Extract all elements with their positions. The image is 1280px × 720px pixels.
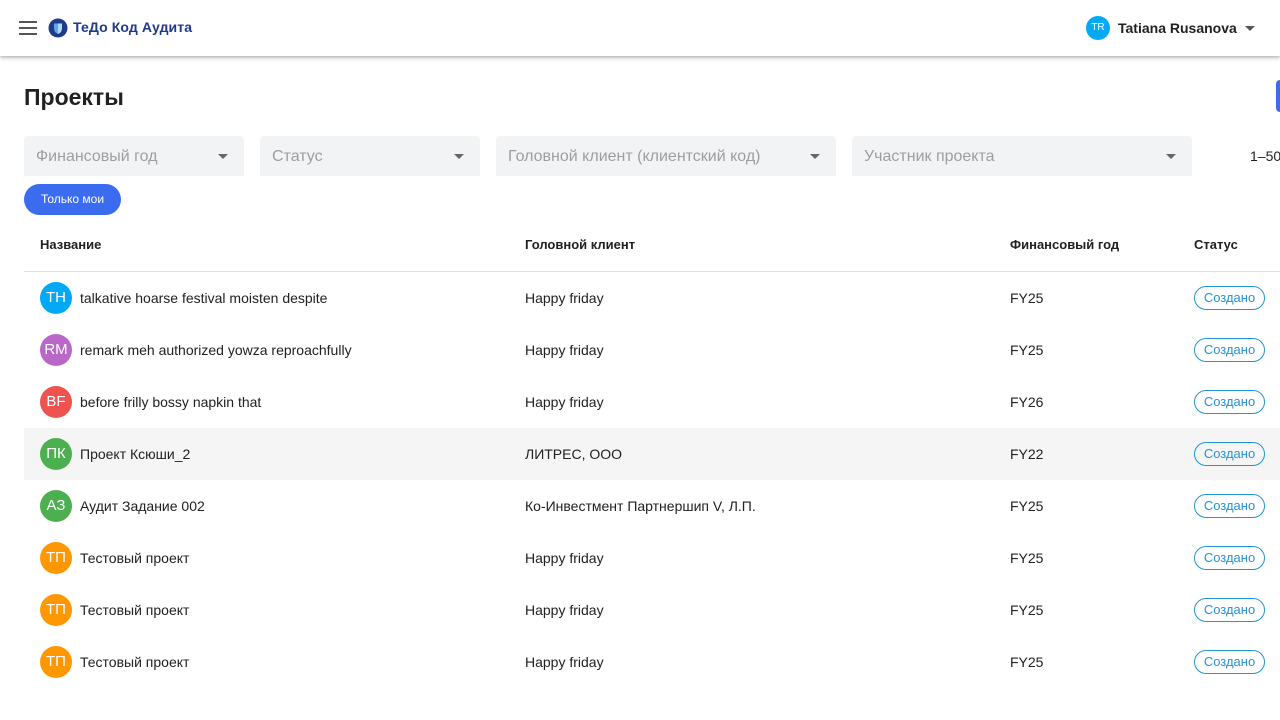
project-avatar: ТП <box>40 542 72 574</box>
table-row[interactable]: ПК Проект Ксюши_2 ЛИТРЕС, ООО FY22 Созда… <box>24 428 1280 480</box>
member-filter-placeholder: Участник проекта <box>864 148 995 165</box>
project-name: Проект Ксюши_2 <box>80 446 191 462</box>
project-name: Аудит Задание 002 <box>80 498 205 514</box>
project-avatar: ТП <box>40 646 72 678</box>
project-fiscal-year: FY25 <box>1010 654 1044 670</box>
project-fiscal-year: FY26 <box>1010 394 1044 410</box>
column-header-client[interactable]: Головной клиент <box>525 237 635 252</box>
column-header-fiscal-year[interactable]: Финансовый год <box>1010 237 1119 252</box>
project-name: remark meh authorized yowza reproachfull… <box>80 342 352 358</box>
table-row[interactable]: ТП Тестовый проект Happy friday FY25 Соз… <box>24 584 1280 636</box>
dropdown-arrow-icon <box>218 154 228 159</box>
project-fiscal-year: FY25 <box>1010 290 1044 306</box>
status-badge: Создано <box>1194 650 1265 674</box>
table-row[interactable]: RM remark meh authorized yowza reproachf… <box>24 324 1280 376</box>
status-badge: Создано <box>1194 442 1265 466</box>
only-mine-chip[interactable]: Только мои <box>24 184 121 215</box>
project-avatar: BF <box>40 386 72 418</box>
menu-icon[interactable] <box>16 16 40 40</box>
table-row[interactable]: BF before frilly bossy napkin that Happy… <box>24 376 1280 428</box>
status-badge: Создано <box>1194 546 1265 570</box>
project-client: Happy friday <box>525 394 604 410</box>
status-badge: Создано <box>1194 286 1265 310</box>
table-row[interactable]: АЗ Аудит Задание 002 Ко-Инвестмент Партн… <box>24 480 1280 532</box>
project-client: Happy friday <box>525 550 604 566</box>
project-name: Тестовый проект <box>80 602 190 618</box>
project-client: Happy friday <box>525 342 604 358</box>
project-client: ЛИТРЕС, ООО <box>525 446 623 462</box>
fiscal-year-filter[interactable]: Финансовый год <box>24 136 244 176</box>
project-name: talkative hoarse festival moisten despit… <box>80 290 328 306</box>
member-filter[interactable]: Участник проекта <box>852 136 1192 176</box>
project-client: Happy friday <box>525 290 604 306</box>
table-row[interactable]: TH talkative hoarse festival moisten des… <box>24 272 1280 324</box>
project-avatar: ПК <box>40 438 72 470</box>
table-row[interactable]: ТП Тестовый проект Happy friday FY25 Соз… <box>24 532 1280 584</box>
status-badge: Создано <box>1194 338 1265 362</box>
fiscal-year-filter-placeholder: Финансовый год <box>36 148 158 165</box>
user-name[interactable]: Tatiana Rusanova <box>1118 20 1237 36</box>
project-fiscal-year: FY25 <box>1010 602 1044 618</box>
project-name: Тестовый проект <box>80 550 190 566</box>
app-title[interactable]: ТеДо Код Аудита <box>73 19 192 35</box>
project-avatar: ТП <box>40 594 72 626</box>
create-project-button[interactable] <box>1276 80 1280 112</box>
projects-table-body: TH talkative hoarse festival moisten des… <box>24 272 1280 688</box>
dropdown-arrow-icon <box>454 154 464 159</box>
project-name: Тестовый проект <box>80 654 190 670</box>
page-title: Проекты <box>24 84 124 110</box>
status-filter-placeholder: Статус <box>272 148 323 165</box>
project-avatar: RM <box>40 334 72 366</box>
project-fiscal-year: FY25 <box>1010 342 1044 358</box>
project-fiscal-year: FY22 <box>1010 446 1044 462</box>
app-bar: ТеДо Код Аудита TR Tatiana Rusanova <box>0 0 1280 56</box>
chevron-down-icon[interactable] <box>1245 26 1255 31</box>
project-client: Ко-Инвестмент Партнершип V, Л.П. <box>525 498 756 514</box>
client-filter[interactable]: Головной клиент (клиентский код) <box>496 136 836 176</box>
project-client: Happy friday <box>525 602 604 618</box>
table-row[interactable]: ТП Тестовый проект Happy friday FY25 Соз… <box>24 636 1280 688</box>
pagination-range: 1–50 <box>1250 148 1280 164</box>
client-filter-placeholder: Головной клиент (клиентский код) <box>508 148 761 165</box>
dropdown-arrow-icon <box>810 154 820 159</box>
logo-icon <box>48 18 68 38</box>
dropdown-arrow-icon <box>1166 154 1176 159</box>
project-fiscal-year: FY25 <box>1010 498 1044 514</box>
status-badge: Создано <box>1194 598 1265 622</box>
user-avatar[interactable]: TR <box>1086 16 1110 40</box>
status-filter[interactable]: Статус <box>260 136 480 176</box>
column-header-name[interactable]: Название <box>40 237 101 252</box>
column-header-status[interactable]: Статус <box>1194 237 1238 252</box>
project-name: before frilly bossy napkin that <box>80 394 262 410</box>
project-avatar: АЗ <box>40 490 72 522</box>
project-avatar: TH <box>40 282 72 314</box>
status-badge: Создано <box>1194 494 1265 518</box>
project-client: Happy friday <box>525 654 604 670</box>
project-fiscal-year: FY25 <box>1010 550 1044 566</box>
status-badge: Создано <box>1194 390 1265 414</box>
